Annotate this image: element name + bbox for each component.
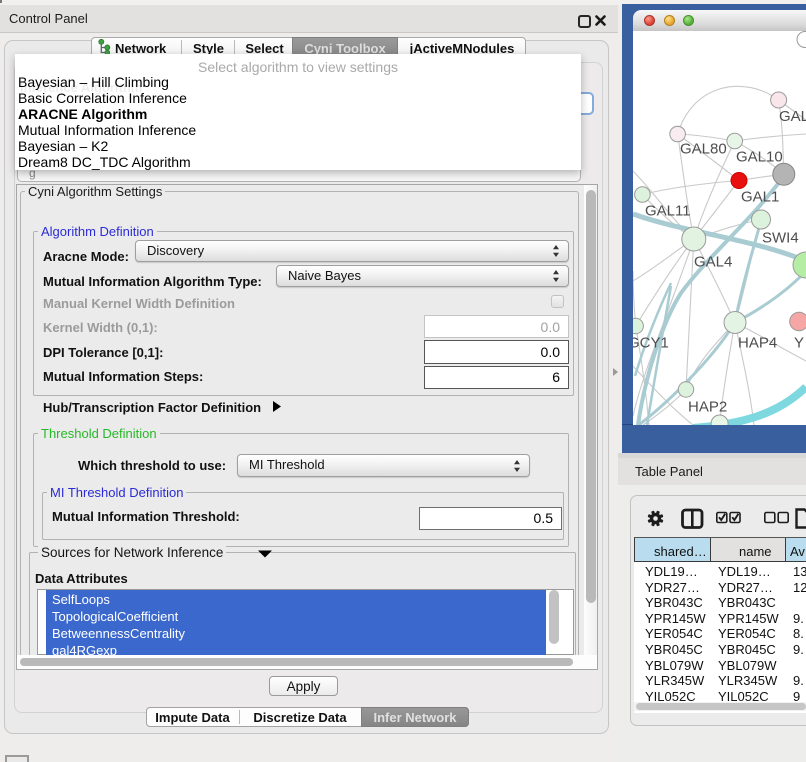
svg-text:GAL4: GAL4 (694, 254, 732, 271)
svg-text:HAP2: HAP2 (688, 399, 727, 416)
svg-text:GAL11: GAL11 (645, 203, 691, 220)
svg-text:GAL10: GAL10 (736, 149, 783, 166)
svg-text:HAP4: HAP4 (738, 335, 777, 352)
svg-text:GAL: GAL (779, 108, 806, 125)
svg-text:GAL80: GAL80 (680, 141, 727, 158)
svg-text:Y: Y (794, 335, 804, 352)
svg-text:GAL1: GAL1 (741, 189, 779, 206)
svg-text:GCY1: GCY1 (633, 335, 669, 352)
svg-text:SWI4: SWI4 (762, 230, 799, 247)
